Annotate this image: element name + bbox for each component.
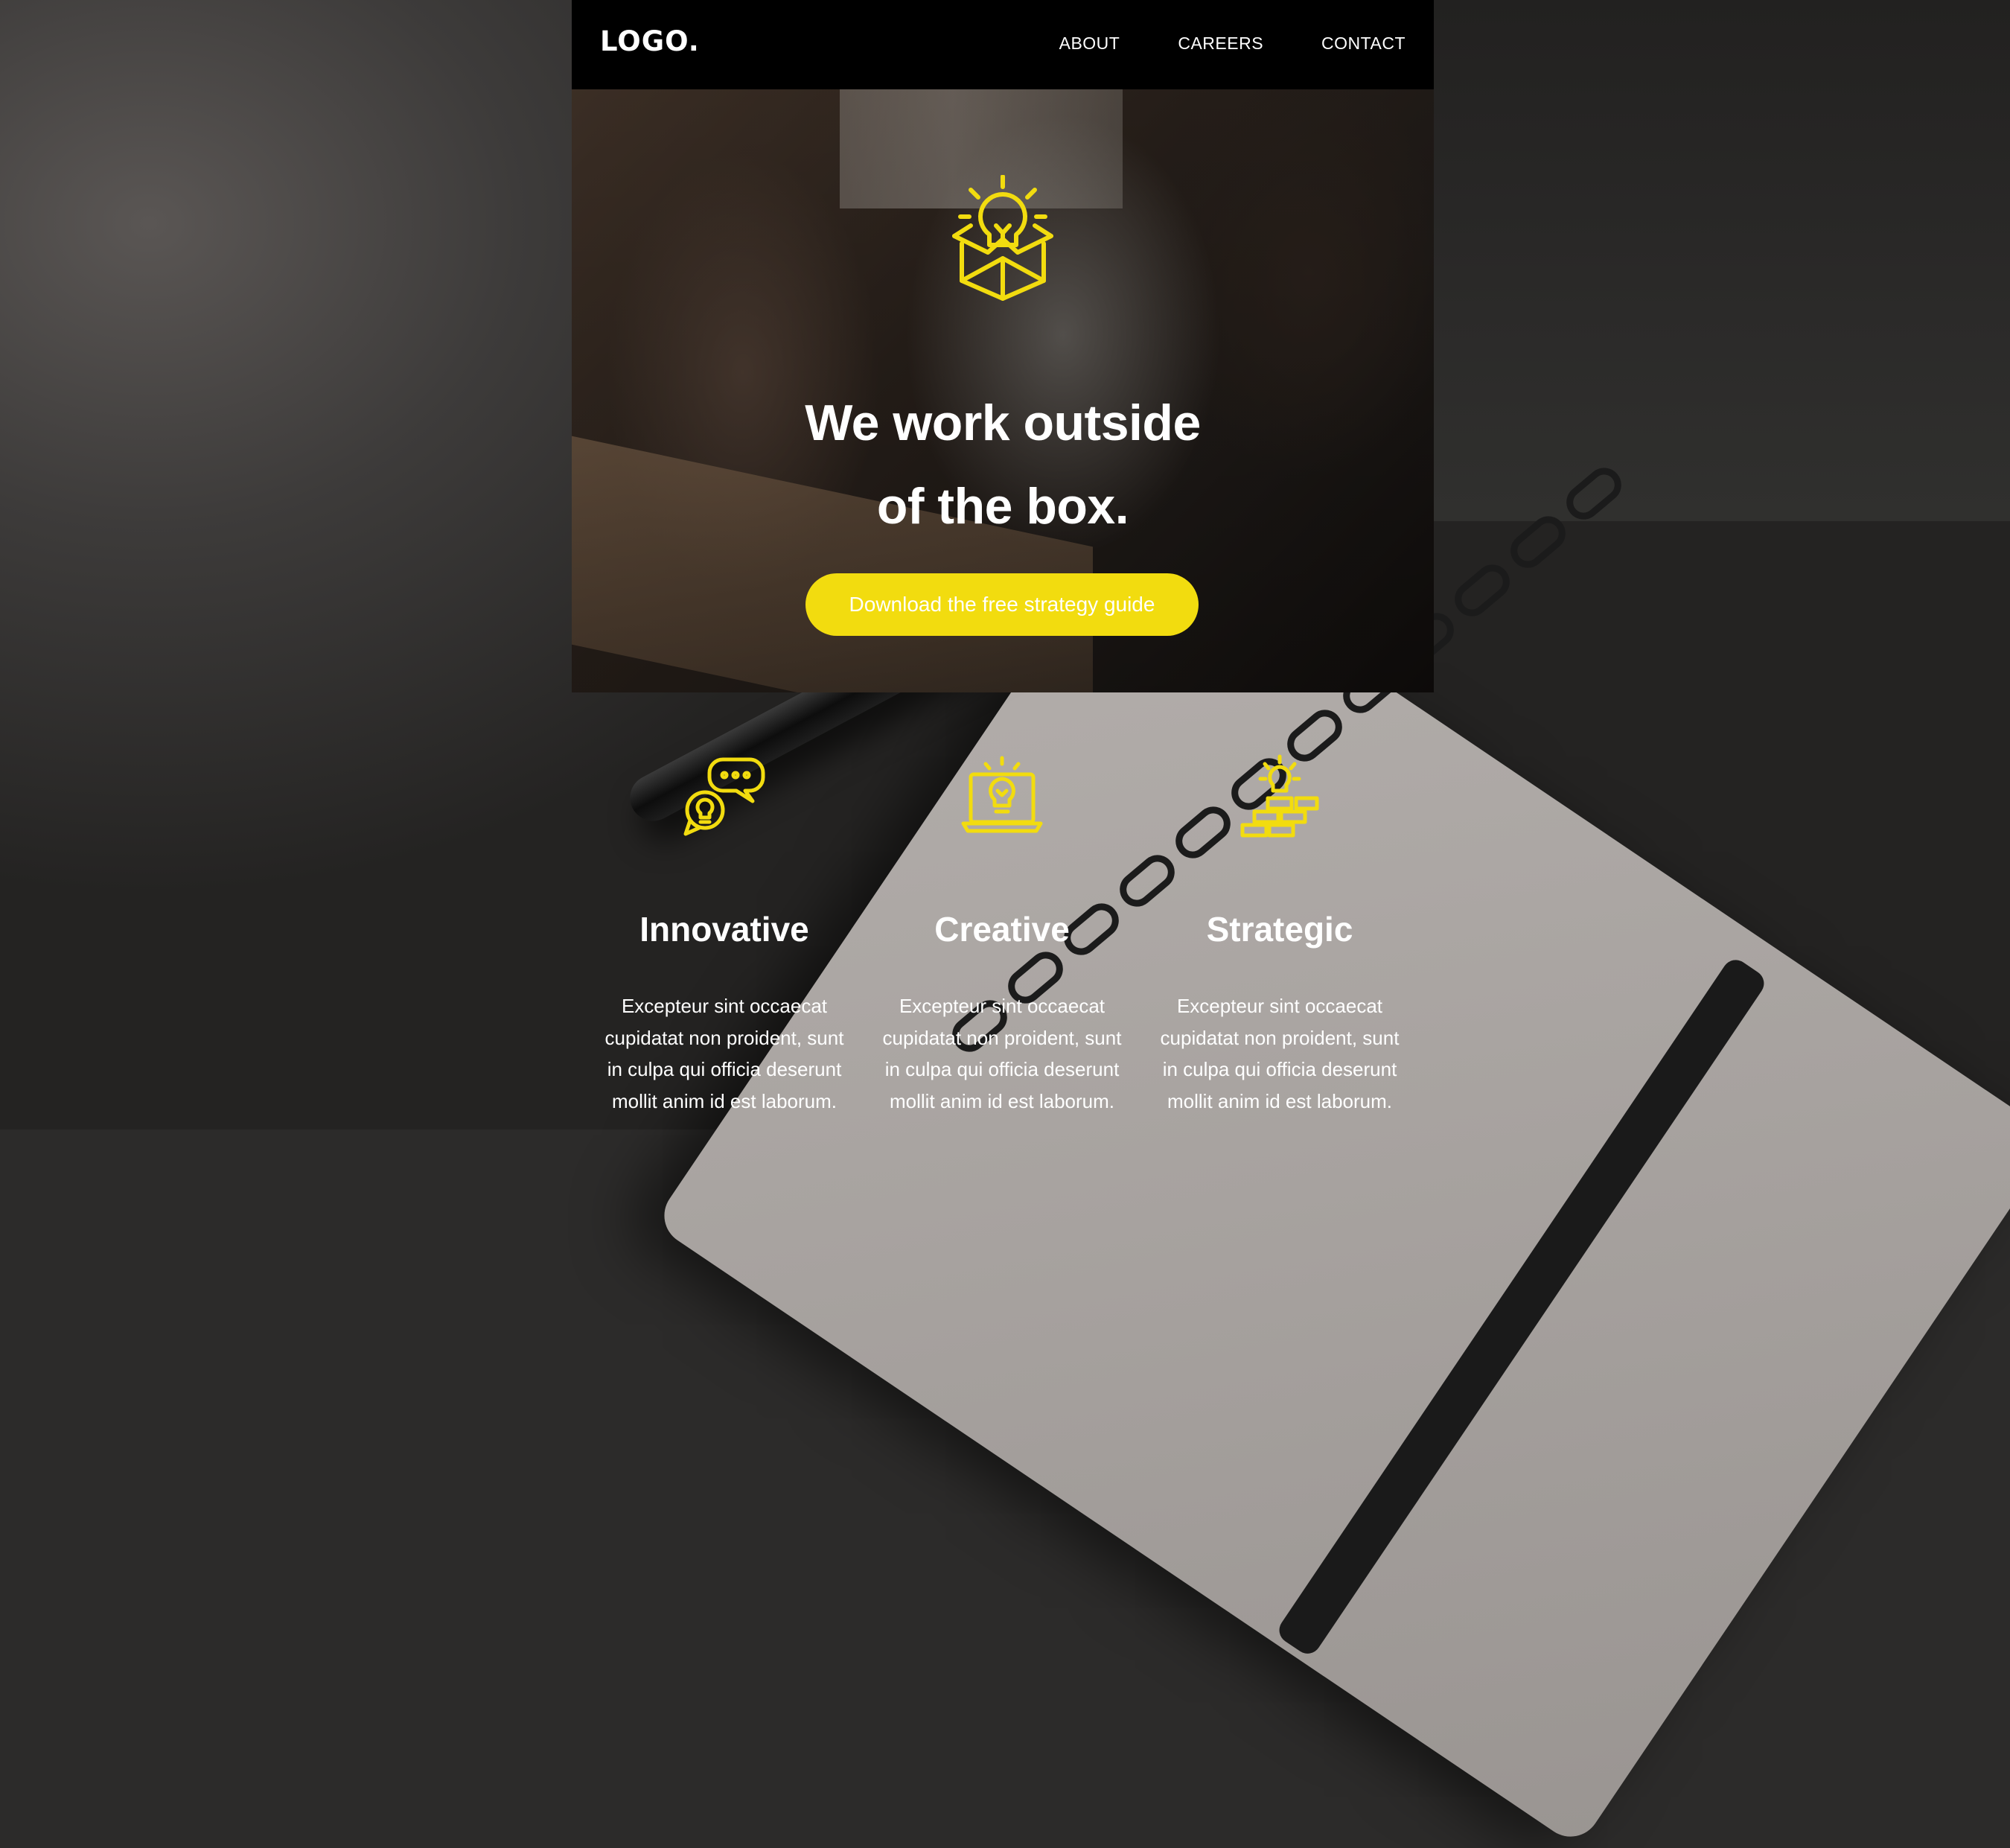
email-card: LOGO. ABOUT CAREERS CONTACT We work outs… [572,0,1434,692]
logo[interactable]: LOGO. [600,25,700,57]
chat-bubbles-lightbulb-icon [683,757,765,836]
lightbulb-box-icon [952,175,1053,301]
feature-title: Innovative [639,910,809,949]
feature-text-line: mollit anim id est laborum. [1167,1089,1392,1112]
desk-background-shadow [1432,0,2010,521]
feature-text-line: mollit anim id est laborum. [890,1089,1114,1112]
feature-creative: Creative Excepteur sint occaecat cupidat… [868,752,1136,1117]
hero-banner: We work outside of the box. Download the… [572,89,1434,692]
feature-text-line: Excepteur sint occaecat [621,995,828,1017]
nav-link-contact[interactable]: CONTACT [1321,34,1406,54]
feature-title: Strategic [1206,910,1353,949]
feature-text-line: cupidatat non proident, sunt [1160,1026,1400,1049]
feature-text-line: mollit anim id est laborum. [612,1089,837,1112]
nav-link-about[interactable]: ABOUT [1059,34,1120,54]
feature-text-line: cupidatat non proident, sunt [604,1026,844,1049]
nav-link-careers[interactable]: CAREERS [1178,34,1263,54]
feature-text-line: cupidatat non proident, sunt [882,1026,1122,1049]
download-guide-button[interactable]: Download the free strategy guide [805,573,1199,636]
feature-text: Excepteur sint occaecat cupidatat non pr… [868,990,1136,1117]
feature-text-line: in culpa qui officia deserunt [607,1058,842,1080]
bricks-lightbulb-icon [1240,754,1319,838]
feature-text-line: Excepteur sint occaecat [1176,995,1383,1017]
main-nav: ABOUT CAREERS CONTACT [1059,34,1406,54]
feature-innovative: Innovative Excepteur sint occaecat cupid… [590,752,858,1117]
feature-text-line: in culpa qui officia deserunt [884,1058,1120,1080]
feature-title: Creative [934,910,1070,949]
laptop-lightbulb-icon [961,756,1043,833]
hero-title: We work outside of the box. [572,381,1434,548]
feature-text: Excepteur sint occaecat cupidatat non pr… [590,990,858,1117]
feature-text: Excepteur sint occaecat cupidatat non pr… [1146,990,1414,1117]
header-bar: LOGO. ABOUT CAREERS CONTACT [572,0,1434,89]
hero-title-line-1: We work outside [805,395,1201,451]
feature-strategic: Strategic Excepteur sint occaecat cupida… [1146,752,1414,1117]
hero-title-line-2: of the box. [876,478,1129,535]
feature-text-line: Excepteur sint occaecat [899,995,1106,1017]
feature-text-line: in culpa qui officia deserunt [1162,1058,1397,1080]
